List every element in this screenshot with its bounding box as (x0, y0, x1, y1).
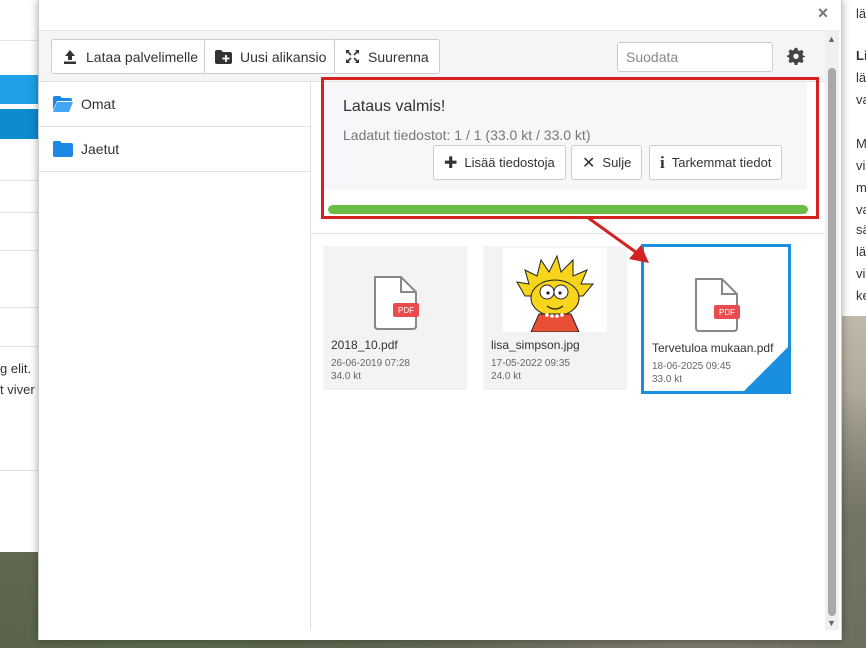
enlarge-button[interactable]: Suurenna (334, 39, 440, 74)
scroll-thumb[interactable] (828, 68, 836, 616)
background-text: ke (856, 288, 866, 303)
background-page-right: lä Li lä va M vi m va sä lä vi ke (842, 0, 866, 316)
file-name: 2018_10.pdf (331, 338, 398, 352)
file-date: 26-06-2019 07:28 (331, 358, 410, 369)
close-icon: ✕ (582, 154, 596, 172)
background-nav-active (0, 109, 40, 139)
image-thumbnail (503, 248, 607, 332)
background-row (0, 40, 40, 41)
background-text: lä (856, 70, 866, 85)
background-nav-highlight (0, 75, 40, 104)
folder-open-icon (53, 96, 73, 112)
plus-icon: ✚ (444, 154, 458, 172)
folder-icon (53, 141, 73, 157)
file-size: 33.0 kt (652, 374, 683, 385)
background-row (0, 250, 40, 251)
divider (311, 233, 829, 234)
background-row (0, 346, 40, 347)
background-text: vi (856, 158, 866, 173)
file-size: 24.0 kt (491, 371, 522, 382)
sidebar-item-label: Omat (81, 96, 116, 112)
file-date: 18-06-2025 09:45 (652, 361, 731, 372)
pdf-file-icon: PDF (695, 278, 740, 332)
folder-sidebar: Omat Jaetut (39, 82, 311, 630)
sidebar-item-omat[interactable]: Omat (39, 82, 310, 127)
background-page-left: g elit. t viver (0, 0, 40, 552)
upload-progress-bar (328, 205, 808, 214)
background-text: m (856, 180, 866, 195)
background-text: lä (856, 6, 866, 21)
file-tile[interactable]: PDF 2018_10.pdf 26-06-2019 07:28 34.0 kt (323, 246, 467, 390)
background-row (0, 180, 40, 181)
add-files-label: Lisää tiedostoja (464, 155, 555, 170)
file-size: 34.0 kt (331, 371, 362, 382)
background-text: g elit. (0, 361, 32, 376)
pdf-file-icon: PDF (374, 276, 419, 330)
sidebar-item-jaetut[interactable]: Jaetut (39, 127, 310, 172)
background-row (0, 470, 40, 471)
upload-button-label: Lataa palvelimelle (86, 48, 199, 65)
new-folder-button-label: Uusi alikansio (240, 48, 327, 65)
file-name: lisa_simpson.jpg (491, 338, 580, 352)
scroll-up-arrow[interactable]: ▲ (827, 34, 836, 44)
scroll-down-arrow[interactable]: ▼ (827, 618, 836, 628)
upload-status-title: Lataus valmis! (343, 98, 446, 115)
upload-count-text: Ladatut tiedostot: 1 / 1 (33.0 kt / 33.0… (343, 127, 591, 143)
close-dialog-button[interactable]: × (815, 4, 831, 22)
file-manager-dialog: × Lataa palvelimelle Uusi alikansio Suur… (38, 0, 842, 640)
upload-icon (64, 49, 76, 64)
file-area: Lataus valmis! Ladatut tiedostot: 1 / 1 … (311, 82, 829, 630)
sidebar-item-label: Jaetut (81, 141, 120, 157)
close-upload-label: Sulje (602, 155, 632, 170)
file-tile-selected[interactable]: PDF Tervetuloa mukaan.pdf 18-06-2025 09:… (641, 244, 791, 394)
selected-corner-marker (744, 347, 788, 391)
background-text: t viver (0, 382, 35, 397)
info-icon: i (660, 152, 665, 172)
gear-icon[interactable] (787, 47, 805, 65)
enlarge-button-label: Suurenna (368, 48, 429, 65)
close-upload-button[interactable]: ✕ Sulje (571, 145, 643, 180)
toolbar: Lataa palvelimelle Uusi alikansio Suuren… (39, 30, 829, 82)
add-files-button[interactable]: ✚ Lisää tiedostoja (433, 145, 566, 180)
scrollbar[interactable]: ▲ ▼ (825, 30, 839, 630)
background-row (0, 307, 40, 308)
file-date: 17-05-2022 09:35 (491, 358, 570, 369)
upload-status-panel: Lataus valmis! Ladatut tiedostot: 1 / 1 … (323, 82, 807, 190)
folder-plus-icon (215, 49, 232, 64)
pdf-badge: PDF (398, 306, 414, 315)
background-text: lä (856, 244, 866, 259)
file-tile[interactable]: lisa_simpson.jpg 17-05-2022 09:35 24.0 k… (483, 246, 627, 390)
background-text: va (856, 92, 866, 107)
background-text: sä (856, 222, 866, 237)
details-label: Tarkemmat tiedot (671, 155, 772, 170)
filter-input[interactable] (617, 42, 773, 72)
new-folder-button[interactable]: Uusi alikansio (204, 39, 338, 74)
background-row (0, 212, 40, 213)
background-text: va (856, 202, 866, 217)
details-button[interactable]: i Tarkemmat tiedot (649, 145, 783, 180)
background-text: M (856, 136, 866, 151)
background-text: vi (856, 266, 866, 281)
pdf-badge: PDF (719, 308, 735, 317)
background-text: Li (856, 48, 866, 63)
expand-icon (346, 50, 359, 63)
upload-button[interactable]: Lataa palvelimelle (51, 39, 210, 74)
upload-progress-fill (328, 205, 808, 214)
